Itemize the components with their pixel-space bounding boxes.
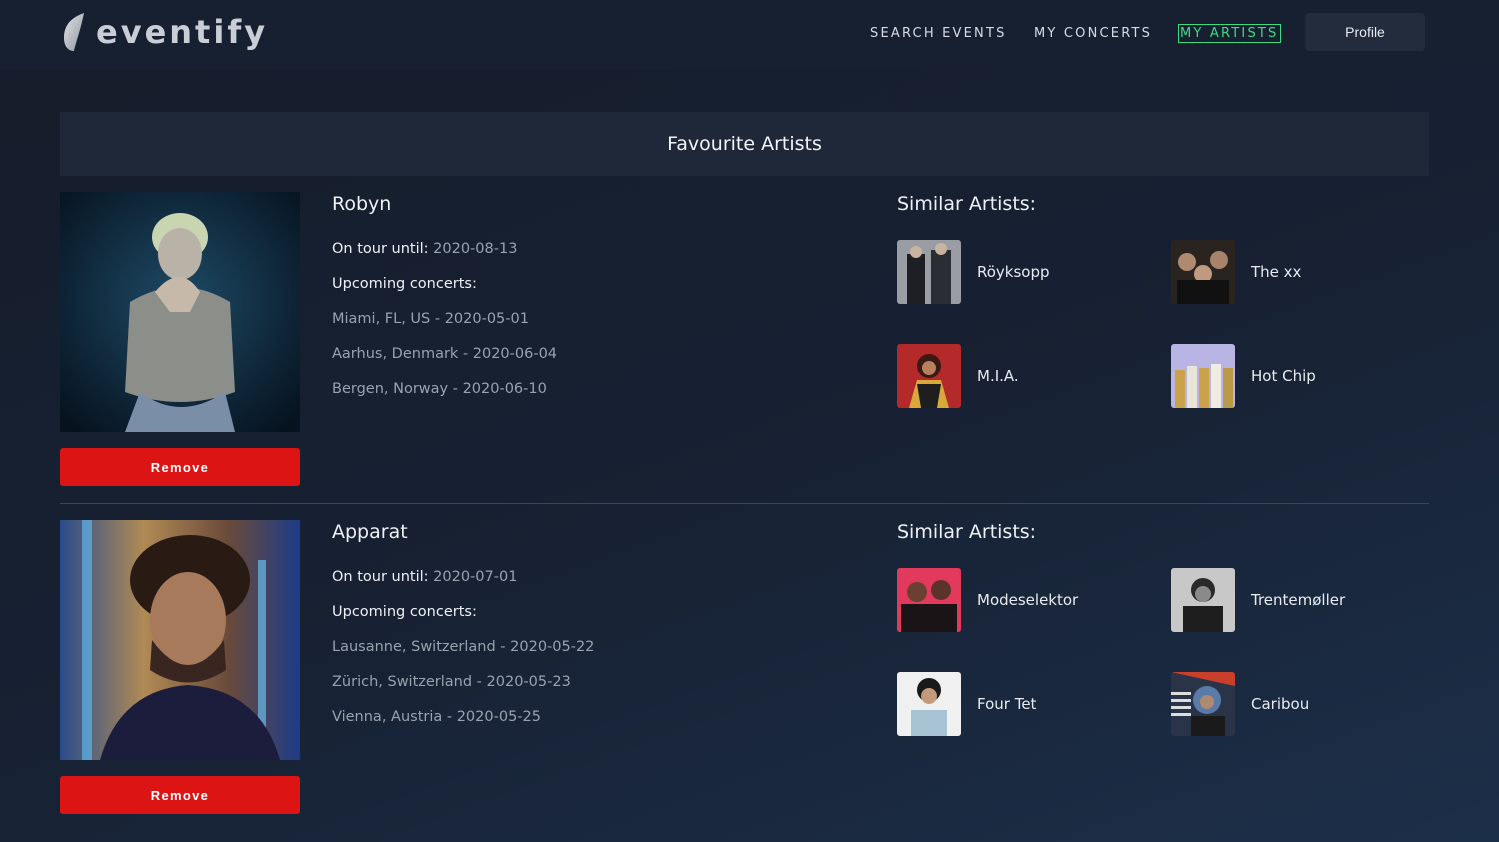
similar-artist-thumbnail	[1171, 240, 1235, 304]
similar-artist[interactable]: Hot Chip	[1171, 344, 1316, 408]
similar-artist-thumbnail	[897, 240, 961, 304]
upcoming-concerts-label: Upcoming concerts:	[332, 276, 477, 292]
concert-item: Zürich, Switzerland - 2020-05-23	[332, 674, 571, 690]
tour-until-label: On tour until:	[332, 569, 429, 585]
profile-button[interactable]: Profile	[1305, 13, 1425, 51]
brand-name: eventify	[96, 13, 269, 51]
top-navbar: eventify SEARCH EVENTS MY CONCERTS MY AR…	[0, 0, 1499, 70]
similar-artist[interactable]: Trentemøller	[1171, 568, 1345, 632]
tour-until-line: On tour until: 2020-07-01	[332, 569, 517, 585]
similar-artist[interactable]: Röyksopp	[897, 240, 1050, 304]
similar-artist-name: Trentemøller	[1251, 591, 1346, 609]
divider	[60, 503, 1429, 504]
concert-item: Miami, FL, US - 2020-05-01	[332, 311, 529, 327]
artist-photo	[60, 520, 300, 760]
similar-artist[interactable]: M.I.A.	[897, 344, 1019, 408]
upcoming-concerts-label: Upcoming concerts:	[332, 604, 477, 620]
leaf-logo-icon	[64, 13, 84, 51]
similar-artist-name: The xx	[1251, 263, 1302, 281]
concert-item: Vienna, Austria - 2020-05-25	[332, 709, 541, 725]
similar-artist-name: Modeselektor	[977, 591, 1079, 609]
concert-item: Lausanne, Switzerland - 2020-05-22	[332, 639, 595, 655]
nav-my-concerts[interactable]: MY CONCERTS	[1034, 26, 1152, 41]
nav-search-events[interactable]: SEARCH EVENTS	[870, 26, 1007, 41]
artist-name: Robyn	[332, 193, 392, 215]
brand-logo[interactable]: eventify	[62, 10, 268, 54]
page-header: Favourite Artists	[60, 112, 1429, 176]
tour-until-value: 2020-07-01	[433, 569, 518, 585]
similar-artist[interactable]: Modeselektor	[897, 568, 1078, 632]
remove-button[interactable]: Remove	[60, 776, 300, 814]
similar-artist-thumbnail	[1171, 568, 1235, 632]
similar-artist-name: Hot Chip	[1251, 367, 1316, 385]
similar-artist[interactable]: Caribou	[1171, 672, 1309, 736]
similar-artist-thumbnail	[897, 344, 961, 408]
tour-until-value: 2020-08-13	[433, 241, 518, 257]
concert-item: Bergen, Norway - 2020-06-10	[332, 381, 547, 397]
tour-until-label: On tour until:	[332, 241, 429, 257]
similar-artists-title: Similar Artists:	[897, 193, 1037, 215]
artist-name: Apparat	[332, 521, 408, 543]
similar-artists-title: Similar Artists:	[897, 521, 1037, 543]
concert-item: Aarhus, Denmark - 2020-06-04	[332, 346, 558, 362]
similar-artist[interactable]: Four Tet	[897, 672, 1036, 736]
similar-artist-thumbnail	[1171, 672, 1235, 736]
similar-artist-name: M.I.A.	[977, 367, 1019, 385]
remove-button[interactable]: Remove	[60, 448, 300, 486]
nav-my-artists[interactable]: MY ARTISTS	[1178, 24, 1281, 43]
similar-artist-name: Four Tet	[977, 695, 1037, 713]
artist-photo	[60, 192, 300, 432]
similar-artist-thumbnail	[1171, 344, 1235, 408]
page-title: Favourite Artists	[667, 133, 822, 155]
similar-artist-thumbnail	[897, 672, 961, 736]
similar-artist-thumbnail	[897, 568, 961, 632]
similar-artist-name: Röyksopp	[977, 263, 1050, 281]
similar-artist[interactable]: The xx	[1171, 240, 1301, 304]
similar-artist-name: Caribou	[1251, 695, 1310, 713]
tour-until-line: On tour until: 2020-08-13	[332, 241, 517, 257]
